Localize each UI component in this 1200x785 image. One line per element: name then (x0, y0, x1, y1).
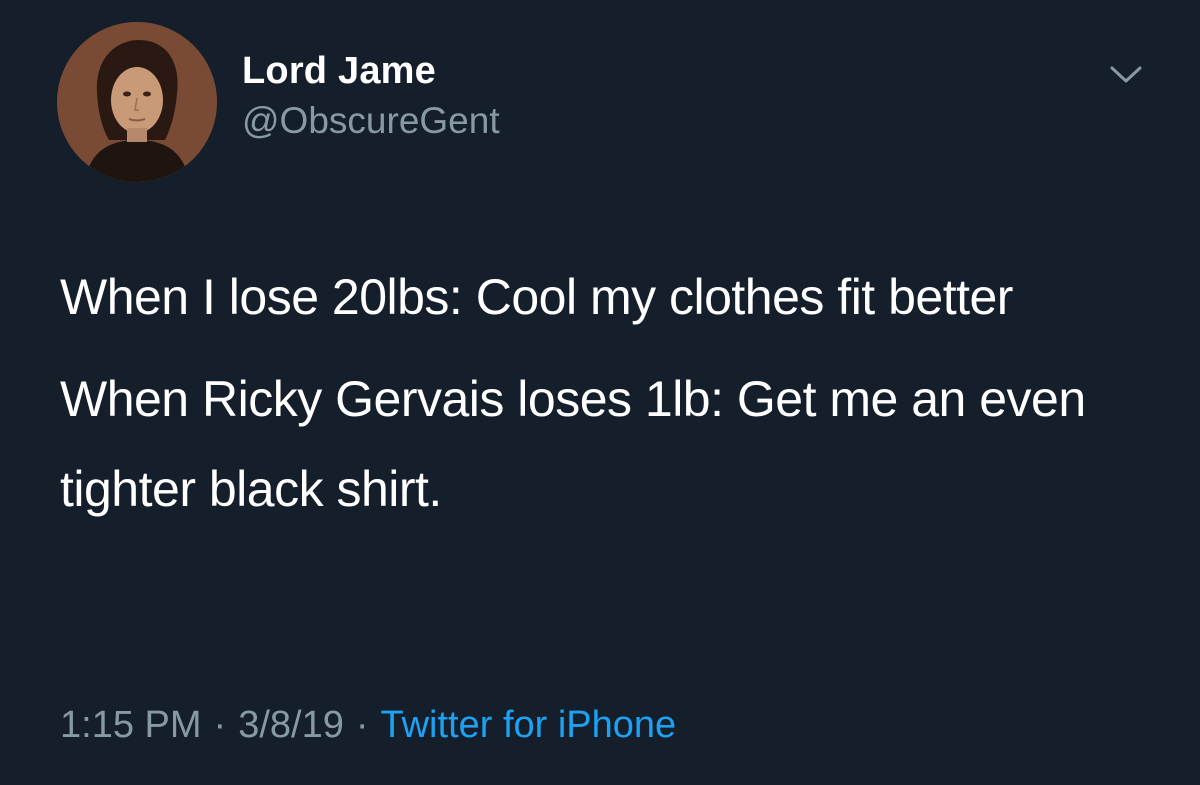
tweet-time[interactable]: 1:15 PM (60, 704, 202, 746)
tweet-card: Lord Jame @ObscureGent When I lose 20lbs… (0, 0, 1200, 785)
author-block: Lord Jame @ObscureGent (242, 48, 500, 144)
tweet-paragraph: When Ricky Gervais loses 1lb: Get me an … (60, 371, 1086, 517)
chevron-down-icon[interactable] (1108, 62, 1144, 86)
tweet-paragraph: When I lose 20lbs: Cool my clothes fit b… (60, 269, 1013, 325)
tweet-text: When I lose 20lbs: Cool my clothes fit b… (60, 252, 1140, 534)
meta-separator: · (213, 704, 227, 746)
user-handle[interactable]: @ObscureGent (242, 98, 500, 144)
tweet-meta: 1:15 PM · 3/8/19 · Twitter for iPhone (60, 700, 676, 750)
avatar[interactable] (57, 22, 217, 182)
meta-separator: · (355, 704, 369, 746)
profile-photo-icon (57, 22, 217, 182)
tweet-date[interactable]: 3/8/19 (238, 704, 344, 746)
display-name[interactable]: Lord Jame (242, 48, 500, 94)
tweet-source-link[interactable]: Twitter for iPhone (381, 704, 677, 746)
